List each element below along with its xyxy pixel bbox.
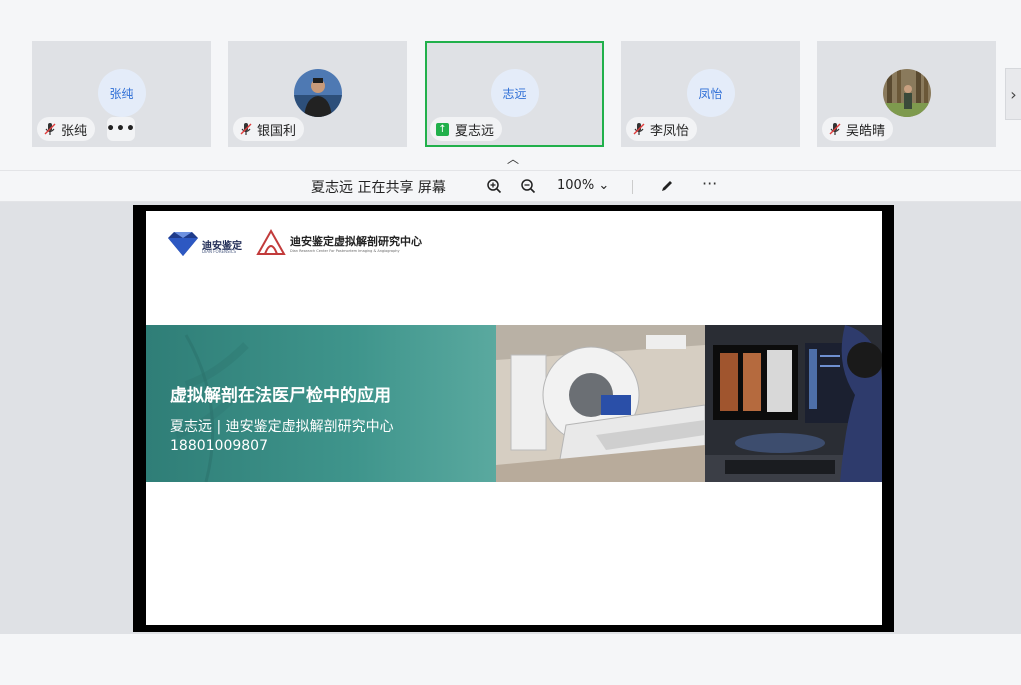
zoom-out-icon[interactable] — [520, 178, 536, 194]
more-options-button[interactable]: ••• — [106, 117, 135, 141]
logo-text: 迪安鉴定虚拟解剖研究中心 — [290, 235, 422, 248]
bottom-area — [0, 634, 1021, 685]
workstation-photo — [705, 325, 882, 482]
screen-share-icon: ↑ — [436, 122, 449, 136]
mic-muted-icon — [240, 123, 252, 135]
share-status-text: 夏志远 正在共享 屏幕 — [311, 180, 446, 196]
mic-muted-icon — [44, 123, 56, 135]
participant-name-tag: 吴皓晴 — [822, 117, 894, 141]
diamond-logo-icon — [168, 232, 198, 256]
participant-name-tag: 张纯 — [37, 117, 96, 141]
participant-tile[interactable]: 吴皓晴 — [817, 41, 996, 147]
divider — [632, 180, 633, 194]
participant-name-tag: ↑ 夏志远 — [430, 117, 503, 141]
slide-phone: 18801009807 — [170, 438, 268, 454]
zoom-level-dropdown[interactable]: 100% ⌄ — [557, 178, 609, 193]
next-page-button[interactable]: › — [1005, 68, 1021, 120]
ct-scanner-photo — [496, 325, 705, 482]
avatar — [293, 69, 342, 117]
participant-name: 李凤怡 — [650, 123, 690, 139]
more-options-button[interactable]: ··· — [702, 174, 717, 193]
participant-strip: 张纯 张纯 ••• 银国利 志远 ↑ 夏志远 凤怡 李凤怡 吴皓晴 › ︿ — [0, 0, 1021, 170]
collapse-strip-button[interactable]: ︿ — [504, 150, 522, 166]
participant-name: 吴皓晴 — [846, 123, 886, 139]
participant-name: 银国利 — [257, 123, 297, 139]
avatar: 凤怡 — [686, 69, 735, 117]
avatar: 张纯 — [97, 69, 146, 117]
chevron-down-icon: ⌄ — [598, 178, 610, 193]
title-banner: 虚拟解剖在法医尸检中的应用 夏志远 | 迪安鉴定虚拟解剖研究中心 1880100… — [146, 325, 496, 482]
zoom-in-icon[interactable] — [486, 178, 502, 194]
logo-subtext: Dian Research Center For Postmortem Imag… — [290, 249, 400, 253]
participant-name-tag: 银国利 — [233, 117, 305, 141]
presentation-slide: 迪安鉴定 DIAN FORENSICS 迪安鉴定虚拟解剖研究中心 Dian Re… — [146, 211, 882, 625]
participant-name: 张纯 — [61, 123, 88, 139]
slide-subtitle: 夏志远 | 迪安鉴定虚拟解剖研究中心 — [170, 419, 394, 435]
participant-tile[interactable]: 银国利 — [228, 41, 407, 147]
participant-tile[interactable]: 张纯 张纯 ••• — [32, 41, 211, 147]
participant-tile-active[interactable]: 志远 ↑ 夏志远 — [425, 41, 604, 147]
avatar — [882, 69, 931, 117]
participant-name: 夏志远 — [455, 123, 495, 139]
slide-title: 虚拟解剖在法医尸检中的应用 — [170, 386, 391, 406]
logo-subtext: DIAN FORENSICS — [202, 249, 237, 254]
participant-name-tag: 李凤怡 — [626, 117, 698, 141]
participant-tile[interactable]: 凤怡 李凤怡 — [621, 41, 800, 147]
annotate-pen-icon[interactable] — [659, 178, 675, 194]
research-center-logo-icon — [256, 228, 286, 255]
screen-share-toolbar: 夏志远 正在共享 屏幕 100% ⌄ ··· — [0, 170, 1021, 202]
zoom-level: 100% — [557, 178, 595, 193]
mic-muted-icon — [633, 123, 645, 135]
avatar: 志远 — [490, 69, 539, 117]
mic-muted-icon — [829, 123, 841, 135]
